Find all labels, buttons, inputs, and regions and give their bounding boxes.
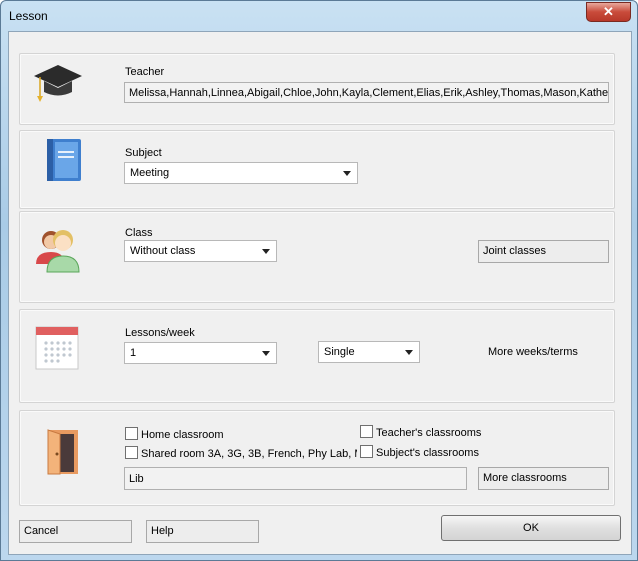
more-weeks-terms-button[interactable]: More weeks/terms bbox=[488, 346, 578, 358]
lessons-per-week-label: Lessons/week bbox=[125, 327, 195, 339]
lessons-count-dropdown[interactable]: 1 bbox=[124, 342, 277, 364]
dialog-client-area: Teacher Melissa,Hannah,Linnea,Abigail,Ch… bbox=[8, 31, 632, 555]
checkbox-box bbox=[360, 445, 373, 458]
chevron-down-icon bbox=[343, 171, 351, 176]
lessons-group: Lessons/week 1 Single More weeks/terms bbox=[19, 309, 615, 403]
calendar-icon bbox=[34, 325, 80, 374]
graduation-cap-icon bbox=[32, 61, 84, 110]
subject-selected: Meeting bbox=[130, 167, 170, 179]
cancel-button[interactable]: Cancel bbox=[19, 520, 132, 543]
teachers-classrooms-checkbox[interactable]: Teacher's classrooms bbox=[360, 425, 481, 439]
people-icon bbox=[32, 224, 84, 277]
classroom-field[interactable]: Lib bbox=[124, 467, 467, 490]
class-label: Class bbox=[125, 227, 153, 239]
shared-room-checkbox[interactable]: Shared room 3A, 3G, 3B, French, Phy Lab,… bbox=[125, 446, 357, 460]
lessons-count-selected: 1 bbox=[130, 347, 137, 359]
chevron-down-icon bbox=[262, 351, 270, 356]
door-icon bbox=[46, 428, 80, 479]
home-classroom-checkbox[interactable]: Home classroom bbox=[125, 427, 224, 441]
subject-label: Subject bbox=[125, 147, 162, 159]
window-title: Lesson bbox=[9, 9, 48, 23]
shared-room-label: Shared room 3A, 3G, 3B, French, Phy Lab,… bbox=[141, 448, 357, 460]
subjects-classrooms-checkbox[interactable]: Subject's classrooms bbox=[360, 445, 479, 459]
teacher-field[interactable]: Melissa,Hannah,Linnea,Abigail,Chloe,John… bbox=[124, 82, 609, 103]
checkbox-box bbox=[125, 446, 138, 459]
checkbox-box bbox=[360, 425, 373, 438]
lesson-length-selected: Single bbox=[324, 346, 355, 358]
class-group: Class Without class Joint classes bbox=[19, 211, 615, 303]
teacher-label: Teacher bbox=[125, 66, 165, 78]
subject-group: Subject Meeting bbox=[19, 130, 615, 209]
class-dropdown[interactable]: Without class bbox=[124, 240, 277, 262]
teacher-group: Teacher Melissa,Hannah,Linnea,Abigail,Ch… bbox=[19, 53, 615, 125]
class-selected: Without class bbox=[130, 245, 196, 257]
close-button[interactable]: ✕ bbox=[586, 2, 631, 22]
lesson-length-dropdown[interactable]: Single bbox=[318, 341, 420, 363]
joint-classes-button[interactable]: Joint classes bbox=[478, 240, 609, 263]
ok-button[interactable]: OK bbox=[441, 515, 621, 541]
title-bar[interactable]: Lesson ✕ bbox=[1, 1, 637, 31]
home-classroom-label: Home classroom bbox=[141, 429, 224, 441]
close-icon: ✕ bbox=[603, 4, 614, 19]
more-classrooms-button[interactable]: More classrooms bbox=[478, 467, 609, 490]
checkbox-box bbox=[125, 427, 138, 440]
subject-dropdown[interactable]: Meeting bbox=[124, 162, 358, 184]
lesson-window: Lesson ✕ Teacher Melissa,Hannah,Linnea,A… bbox=[0, 0, 638, 561]
chevron-down-icon bbox=[405, 350, 413, 355]
teachers-classrooms-label: Teacher's classrooms bbox=[376, 427, 482, 439]
classrooms-group: Home classroom Shared room 3A, 3G, 3B, F… bbox=[19, 410, 615, 506]
book-icon bbox=[44, 137, 84, 186]
help-button[interactable]: Help bbox=[146, 520, 259, 543]
subjects-classrooms-label: Subject's classrooms bbox=[376, 447, 479, 459]
chevron-down-icon bbox=[262, 249, 270, 254]
